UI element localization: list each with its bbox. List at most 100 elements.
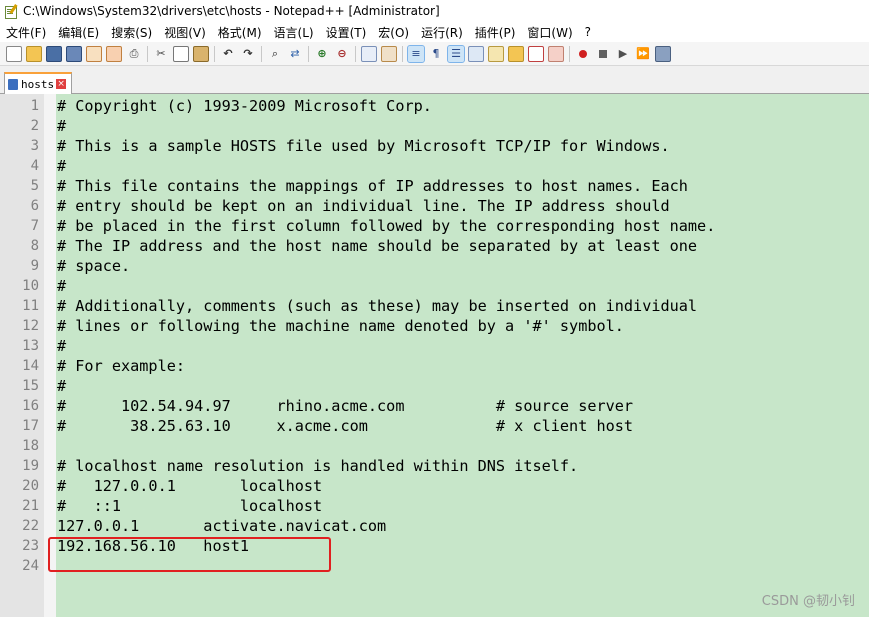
play-macro-icon[interactable]: ▶ xyxy=(615,46,631,62)
editor-line[interactable]: 4 # xyxy=(0,156,869,176)
editor-line[interactable]: 5 # This file contains the mappings of IP… xyxy=(0,176,869,196)
editor-line[interactable]: 1 # Copyright (c) 1993-2009 Microsoft Cor… xyxy=(0,96,869,116)
print-icon[interactable]: ⎙ xyxy=(126,46,142,62)
editor-line[interactable]: 11 # Additionally, comments (such as thes… xyxy=(0,296,869,316)
editor-line[interactable]: 12 # lines or following the machine name … xyxy=(0,316,869,336)
line-text: # xyxy=(57,157,67,175)
editor-line[interactable]: 22 127.0.0.1 activate.navicat.com xyxy=(0,516,869,536)
open-file-icon[interactable] xyxy=(26,45,42,62)
line-text: # xyxy=(57,337,67,355)
editor-line[interactable]: 7 # be placed in the first column followe… xyxy=(0,216,869,236)
menu-format[interactable]: 格式(M) xyxy=(212,24,268,41)
menu-file[interactable]: 文件(F) xyxy=(0,24,52,41)
record-macro-icon[interactable] xyxy=(548,45,564,62)
doc-map-icon[interactable] xyxy=(468,45,484,62)
save-all-icon[interactable] xyxy=(66,45,82,62)
paste-icon[interactable] xyxy=(193,45,209,62)
editor-line[interactable]: 6 # entry should be kept on an individual… xyxy=(0,196,869,216)
line-number: 21 xyxy=(22,498,39,514)
menu-help[interactable]: ? xyxy=(579,25,597,39)
close-icon[interactable] xyxy=(86,45,102,62)
line-text: # localhost name resolution is handled w… xyxy=(57,457,579,475)
line-text: # The IP address and the host name shoul… xyxy=(57,237,698,255)
menu-settings[interactable]: 设置(T) xyxy=(320,24,373,41)
line-text: # This is a sample HOSTS file used by Mi… xyxy=(57,137,670,155)
line-number: 15 xyxy=(22,378,39,394)
save-macro-icon[interactable] xyxy=(655,45,671,62)
line-number: 17 xyxy=(22,418,39,434)
editor-line[interactable]: 17 # 38.25.63.10 x.acme.com # x client ho… xyxy=(0,416,869,436)
editor-line[interactable]: 8 # The IP address and the host name shou… xyxy=(0,236,869,256)
line-text: # For example: xyxy=(57,357,186,375)
line-text: 127.0.0.1 activate.navicat.com xyxy=(57,517,387,535)
editor-line[interactable]: 15 # xyxy=(0,376,869,396)
line-number: 4 xyxy=(30,158,39,174)
line-text: # ::1 localhost xyxy=(57,497,323,515)
zoom-out-icon[interactable]: ⊖ xyxy=(334,46,350,62)
redo-icon[interactable]: ↷ xyxy=(240,46,256,62)
toolbar-separator xyxy=(402,45,403,62)
stop-macro-icon[interactable] xyxy=(595,46,611,62)
line-number: 11 xyxy=(22,298,39,314)
save-icon[interactable] xyxy=(46,45,62,62)
play-multiple-icon[interactable]: ⏩ xyxy=(635,46,651,62)
line-number: 19 xyxy=(22,458,39,474)
editor-line[interactable]: 10 # xyxy=(0,276,869,296)
tab-hosts[interactable]: hosts × xyxy=(4,72,72,94)
record-macro-icon[interactable] xyxy=(575,46,591,62)
line-number: 13 xyxy=(22,338,39,354)
word-wrap-icon[interactable]: ≡ xyxy=(407,44,425,63)
replace-icon[interactable]: ⇄ xyxy=(287,46,303,62)
editor-line[interactable]: 13 # xyxy=(0,336,869,356)
new-file-icon[interactable] xyxy=(6,45,22,62)
folder-workspace-icon[interactable] xyxy=(508,45,524,62)
editor-line[interactable]: 2 # xyxy=(0,116,869,136)
toolbar-separator xyxy=(147,45,148,62)
monitoring-icon[interactable] xyxy=(528,45,544,62)
editor-line[interactable]: 20 # 127.0.0.1 localhost xyxy=(0,476,869,496)
line-number: 10 xyxy=(22,278,39,294)
editor-line[interactable]: 16 # 102.54.94.97 rhino.acme.com # source… xyxy=(0,396,869,416)
zoom-in-icon[interactable]: ⊕ xyxy=(314,46,330,62)
sync-horizontal-icon[interactable] xyxy=(381,45,397,62)
editor-line[interactable]: 21 # ::1 localhost xyxy=(0,496,869,516)
copy-icon[interactable] xyxy=(173,45,189,62)
editor-line[interactable]: 14 # For example: xyxy=(0,356,869,376)
line-text: # lines or following the machine name de… xyxy=(57,317,624,335)
line-number: 23 xyxy=(22,538,39,554)
toolbar-separator xyxy=(214,45,215,62)
toolbar-separator xyxy=(308,45,309,62)
notepad-app-icon xyxy=(4,4,18,19)
editor[interactable]: 1 # Copyright (c) 1993-2009 Microsoft Cor… xyxy=(0,94,869,617)
line-number: 6 xyxy=(30,198,39,214)
menu-window[interactable]: 窗口(W) xyxy=(521,24,578,41)
function-list-icon[interactable] xyxy=(488,45,504,62)
toolbar: ⎙ ✂ ↶ ↷ ⌕ ⇄ ⊕ ⊖ ≡ ¶ ☰ ▶ ⏩ xyxy=(0,42,869,66)
menu-run[interactable]: 运行(R) xyxy=(415,24,469,41)
editor-line[interactable]: 9 # space. xyxy=(0,256,869,276)
menu-edit[interactable]: 编辑(E) xyxy=(52,24,105,41)
line-text: # space. xyxy=(57,257,131,275)
close-tab-icon[interactable]: × xyxy=(56,79,67,89)
editor-line[interactable]: 18 xyxy=(0,436,869,456)
editor-line[interactable]: 19 # localhost name resolution is handled… xyxy=(0,456,869,476)
menu-search[interactable]: 搜索(S) xyxy=(105,24,158,41)
sync-vertical-icon[interactable] xyxy=(361,45,377,62)
line-number: 14 xyxy=(22,358,39,374)
undo-icon[interactable]: ↶ xyxy=(220,46,236,62)
menu-plugins[interactable]: 插件(P) xyxy=(469,24,522,41)
find-icon[interactable]: ⌕ xyxy=(267,46,283,62)
watermark: CSDN @韧小钊 xyxy=(761,594,855,609)
editor-line[interactable]: 3 # This is a sample HOSTS file used by M… xyxy=(0,136,869,156)
close-all-icon[interactable] xyxy=(106,45,122,62)
cut-icon[interactable]: ✂ xyxy=(153,46,169,62)
menu-macro[interactable]: 宏(O) xyxy=(372,24,415,41)
toolbar-separator xyxy=(569,45,570,62)
indent-guide-icon[interactable]: ☰ xyxy=(447,44,465,63)
line-number: 8 xyxy=(30,238,39,254)
line-number: 5 xyxy=(30,178,39,194)
menu-bar: 文件(F) 编辑(E) 搜索(S) 视图(V) 格式(M) 语言(L) 设置(T… xyxy=(0,22,869,42)
show-all-chars-icon[interactable]: ¶ xyxy=(428,46,444,62)
menu-language[interactable]: 语言(L) xyxy=(268,24,320,41)
menu-view[interactable]: 视图(V) xyxy=(158,24,212,41)
